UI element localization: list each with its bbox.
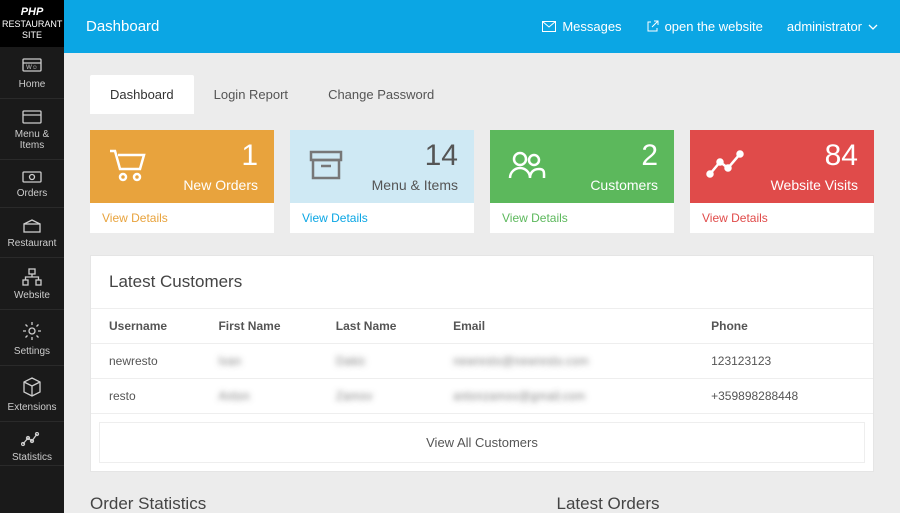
table-row: newresto Ivan Dakic newresto@newresto.co… — [91, 344, 873, 379]
nav-label: Restaurant — [8, 238, 57, 249]
card-new-orders: 1 New Orders — [90, 130, 274, 203]
order-stats-section: Order Statistics $ / Day — [90, 494, 535, 513]
brand-line3: SITE — [22, 30, 42, 40]
archive-icon — [306, 146, 346, 184]
table-row: resto Anton Zamov antonzamov@gmail.com +… — [91, 379, 873, 414]
cart-icon — [106, 145, 148, 185]
cell-lastname: Zamov — [318, 379, 435, 414]
brand-logo: PHP RESTAURANT SITE — [0, 0, 64, 47]
stats-icon — [21, 432, 43, 448]
visits-icon — [706, 148, 748, 182]
cell-email: newresto@newresto.com — [435, 344, 693, 379]
nav-label: Settings — [14, 346, 50, 357]
nav-home[interactable]: W☺ Home — [0, 47, 64, 99]
view-details-customers[interactable]: View Details — [490, 203, 674, 233]
card-menu-items: 14 Menu & Items — [290, 130, 474, 203]
cell-phone: +359898288448 — [693, 379, 873, 414]
nav-website[interactable]: Website — [0, 258, 64, 310]
chevron-down-icon — [868, 24, 878, 30]
tab-change-password[interactable]: Change Password — [308, 75, 454, 114]
latest-customers-title: Latest Customers — [91, 256, 873, 308]
external-link-icon — [646, 20, 659, 33]
view-all-customers[interactable]: View All Customers — [99, 422, 865, 463]
home-icon: W☺ — [21, 57, 43, 75]
nav-settings[interactable]: Settings — [0, 310, 64, 366]
nav-orders[interactable]: Orders — [0, 160, 64, 208]
bottom-row: Order Statistics $ / Day Latest Orders $… — [90, 494, 874, 513]
card-visits: 84 Website Visits — [690, 130, 874, 203]
cell-username: newresto — [91, 344, 200, 379]
card-label: Menu & Items — [350, 177, 458, 193]
nav-menu-items[interactable]: Menu & Items — [0, 99, 64, 160]
latest-orders-title: Latest Orders — [557, 494, 875, 513]
card-num: 1 — [150, 141, 258, 171]
money-icon — [21, 170, 43, 184]
card-label: Website Visits — [750, 177, 858, 193]
tabs: Dashboard Login Report Change Password — [90, 75, 874, 114]
cube-icon — [21, 376, 43, 398]
svg-text:W☺: W☺ — [26, 65, 38, 71]
nav-label: Extensions — [8, 402, 57, 413]
sidebar: PHP RESTAURANT SITE W☺ Home Menu & Items… — [0, 0, 64, 513]
nav-label: Website — [14, 290, 50, 301]
view-details-orders[interactable]: View Details — [90, 203, 274, 233]
nav-label: Orders — [17, 188, 48, 199]
envelope-icon — [542, 21, 556, 32]
card-label: New Orders — [150, 177, 258, 193]
restaurant-icon — [21, 218, 43, 234]
nav-extensions[interactable]: Extensions — [0, 366, 64, 422]
nav-label: Statistics — [12, 452, 52, 463]
open-website-link[interactable]: open the website — [646, 19, 763, 34]
col-phone: Phone — [693, 309, 873, 344]
users-icon — [506, 148, 548, 182]
page-title: Dashboard — [86, 18, 159, 35]
messages-link[interactable]: Messages — [542, 19, 621, 34]
tab-dashboard[interactable]: Dashboard — [90, 75, 194, 114]
open-website-label: open the website — [665, 19, 763, 34]
nav-restaurant[interactable]: Restaurant — [0, 208, 64, 258]
cell-phone: 123123123 — [693, 344, 873, 379]
card-label: Customers — [550, 177, 658, 193]
card-num: 14 — [350, 141, 458, 171]
col-username: Username — [91, 309, 200, 344]
col-lastname: Last Name — [318, 309, 435, 344]
cell-username: resto — [91, 379, 200, 414]
nav-statistics[interactable]: Statistics — [0, 422, 64, 466]
view-details-menu[interactable]: View Details — [290, 203, 474, 233]
messages-label: Messages — [562, 19, 621, 34]
card-customers: 2 Customers — [490, 130, 674, 203]
order-stats-title: Order Statistics — [90, 494, 535, 513]
user-menu[interactable]: administrator — [787, 19, 878, 34]
card-icon — [21, 109, 43, 125]
latest-orders-section: Latest Orders $9.00, Anton Zamov 2 weeks… — [557, 494, 875, 513]
brand-line2: RESTAURANT — [2, 19, 62, 29]
cell-firstname: Ivan — [200, 344, 317, 379]
customers-table: Username First Name Last Name Email Phon… — [91, 308, 873, 414]
gear-icon — [21, 320, 43, 342]
sitemap-icon — [21, 268, 43, 286]
tab-login-report[interactable]: Login Report — [194, 75, 308, 114]
nav-label: Menu & Items — [15, 129, 49, 151]
latest-customers-panel: Latest Customers Username First Name Las… — [90, 255, 874, 472]
cell-firstname: Anton — [200, 379, 317, 414]
user-label: administrator — [787, 19, 862, 34]
cell-email: antonzamov@gmail.com — [435, 379, 693, 414]
card-num: 2 — [550, 141, 658, 171]
col-email: Email — [435, 309, 693, 344]
view-details-visits[interactable]: View Details — [690, 203, 874, 233]
col-firstname: First Name — [200, 309, 317, 344]
topbar: Dashboard Messages open the website admi… — [64, 0, 900, 53]
brand-line1: PHP — [2, 6, 62, 19]
main-content: Dashboard Login Report Change Password 1… — [64, 53, 900, 513]
card-num: 84 — [750, 141, 858, 171]
stat-cards: 1New Orders View Details 14Menu & Items … — [90, 130, 874, 233]
nav-label: Home — [19, 79, 46, 90]
cell-lastname: Dakic — [318, 344, 435, 379]
